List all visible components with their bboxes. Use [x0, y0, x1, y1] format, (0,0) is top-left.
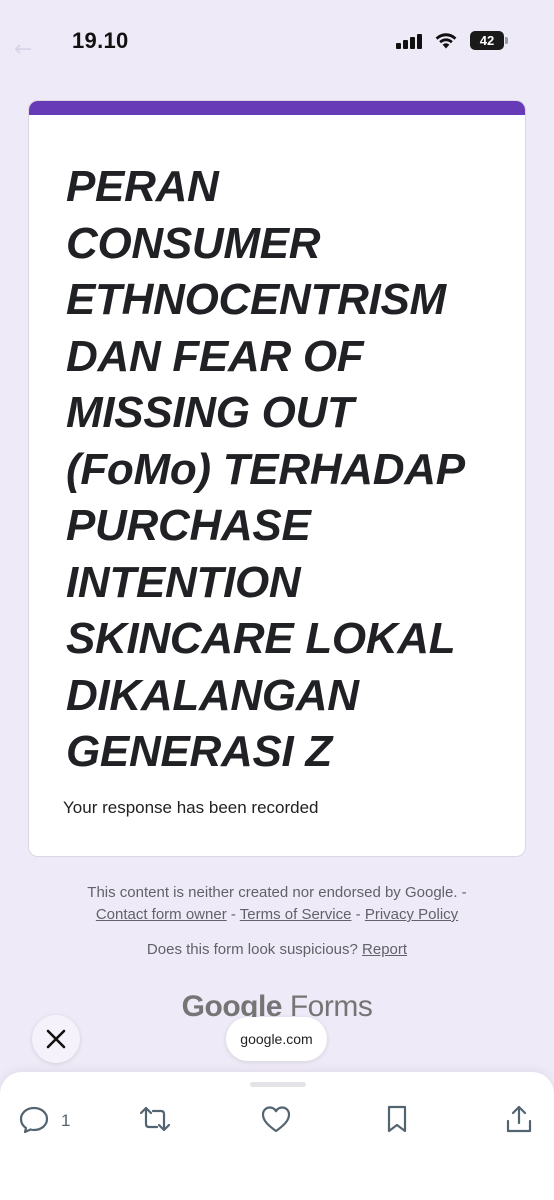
form-title-line: DAN FEAR OF — [66, 331, 364, 381]
drag-handle[interactable] — [250, 1082, 306, 1087]
bookmark-icon — [387, 1105, 407, 1133]
form-accent-bar — [29, 101, 525, 115]
form-card: PERAN CONSUMER ETHNOCENTRISM DAN FEAR OF… — [28, 100, 526, 857]
cellular-signal-icon — [396, 33, 424, 49]
blurred-header-text — [170, 43, 380, 59]
form-title-line: PURCHASE — [66, 501, 311, 550]
form-title-line: CONSUMER — [66, 218, 321, 268]
retweet-icon — [139, 1106, 171, 1132]
form-title-line: PERAN — [66, 162, 219, 211]
link-separator: - — [355, 906, 361, 923]
reply-count: 1 — [61, 1111, 71, 1130]
footer-links: Contact form owner - Terms of Service - … — [0, 904, 554, 926]
response-recorded-message: Your response has been recorded — [63, 798, 319, 817]
form-title: PERAN CONSUMER ETHNOCENTRISM DAN FEAR OF… — [66, 159, 506, 781]
share-icon — [506, 1105, 532, 1133]
disclaimer-text: This content is neither created nor endo… — [87, 884, 467, 901]
close-browser-button[interactable] — [32, 1015, 80, 1063]
bookmark-button[interactable] — [383, 1104, 411, 1134]
back-arrow-icon: ← — [14, 37, 33, 62]
like-button[interactable] — [260, 1104, 292, 1134]
form-title-line: ETHNOCENTRISM — [66, 275, 446, 324]
url-pill[interactable]: google.com — [226, 1017, 327, 1061]
form-title-line: SKINCARE LOKAL — [66, 614, 456, 663]
battery-indicator: 42 — [470, 31, 508, 50]
like-icon — [261, 1106, 291, 1133]
link-separator: - — [230, 906, 236, 923]
status-bar: ← 19.10 42 — [0, 0, 554, 86]
wifi-icon — [435, 33, 457, 49]
suspicious-notice: Does this form look suspicious? Report — [0, 941, 554, 958]
reply-icon — [19, 1106, 49, 1134]
form-title-line: DIKALANGAN — [66, 670, 359, 720]
contact-form-owner-link[interactable]: Contact form owner — [96, 906, 227, 923]
suspicious-text: Does this form look suspicious? — [146, 941, 358, 958]
terms-of-service-link[interactable]: Terms of Service — [240, 906, 352, 923]
share-button[interactable] — [504, 1104, 534, 1134]
report-link[interactable]: Report — [362, 941, 407, 958]
reply-button[interactable] — [18, 1104, 50, 1134]
form-title-line: INTENTION — [66, 557, 301, 607]
close-icon — [46, 1029, 66, 1049]
form-title-line: MISSING OUT — [66, 388, 354, 437]
form-title-line: (FoMo) TERHADAP — [66, 444, 465, 494]
post-action-bar: 1 — [0, 1072, 554, 1200]
clock: 19.10 — [72, 28, 129, 53]
form-title-line: GENERASI Z — [66, 727, 332, 776]
privacy-policy-link[interactable]: Privacy Policy — [365, 906, 458, 923]
footer-disclaimer: This content is neither created nor endo… — [0, 882, 554, 926]
retweet-button[interactable] — [138, 1104, 172, 1134]
